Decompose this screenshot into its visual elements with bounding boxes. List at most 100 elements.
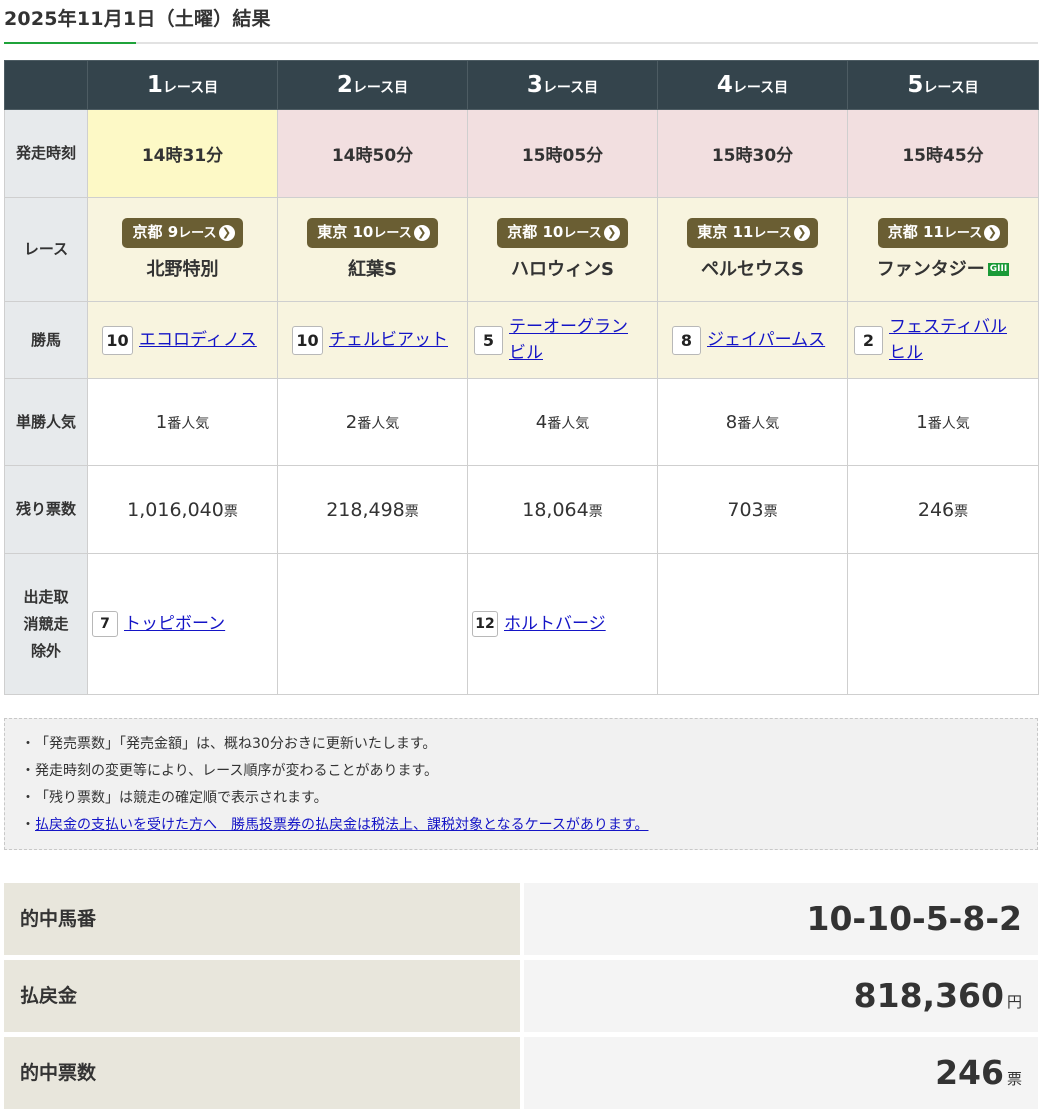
scratched-horse-link[interactable]: トッピボーン (124, 611, 225, 637)
page-title: 2025年11月1日（土曜）結果 (4, 8, 271, 30)
chevron-right-icon: ❯ (793, 225, 810, 241)
notes-box: ・「発売票数」「発売金額」は、概ね30分おきに更新いたします。 ・発走時刻の変更… (4, 718, 1038, 850)
popularity-cell: 1番人気 (87, 378, 278, 466)
summary-value: 246 票 (524, 1037, 1038, 1109)
popularity-unit: 番人気 (547, 415, 590, 432)
remaining-votes: 1,016,040 (127, 498, 224, 521)
race-number: 5 (907, 72, 924, 98)
winner-horse-link[interactable]: チェルビアット (329, 327, 448, 353)
post-time-cell: 14時50分 (277, 109, 468, 198)
race-name: 北野特別 (146, 259, 219, 280)
race-venue-button[interactable]: 京都 10レース ❯ (497, 218, 628, 248)
winner-horse-link[interactable]: エコロディノス (139, 327, 257, 353)
winner-cell: 10 エコロディノス (87, 301, 278, 379)
tax-info-link[interactable]: 払戻金の支払いを受けた方へ 勝馬投票券の払戻金は税法上、課税対象となるケースがあ… (35, 817, 648, 833)
popularity-unit: 番人気 (167, 415, 210, 432)
scratch-cell (277, 553, 468, 695)
race-info-row: レース 京都 9レース ❯ 北野特別 東京 10レース ❯ 紅葉S 京都 10レース… (4, 197, 1039, 302)
popularity-cell: 1番人気 (847, 378, 1039, 466)
scratch-row: 出走取消競走除外 7 トッピボーン 12 ホルトバージ (4, 553, 1039, 695)
winner-horse-link[interactable]: ジェイパームス (707, 327, 825, 353)
winner-row: 勝馬 10 エコロディノス 10 チェルビアット 5 テーオーグランビル 8 ジェイパー… (4, 301, 1039, 379)
scratch-cell (847, 553, 1039, 695)
race-info-cell: 京都 10レース ❯ ハロウィンS (467, 197, 658, 302)
post-time-row: 発走時刻 14時31分 14時50分 15時05分 15時30分 15時45分 (4, 109, 1039, 198)
race-no: 9 (167, 223, 179, 241)
race-results-table: 1レース目 2レース目 3レース目 4レース目 5レース目 発走時刻 14時31… (4, 60, 1039, 695)
race-venue-button[interactable]: 京都 11レース ❯ (877, 218, 1009, 248)
horse-number-badge: 7 (92, 611, 118, 637)
summary-winning-numbers: 的中馬番 10-10-5-8-2 (4, 883, 1038, 955)
remaining-votes-cell: 703票 (657, 465, 848, 554)
horse-number-badge: 8 (672, 325, 701, 355)
votes-unit: 票 (763, 503, 778, 520)
payout-amount: 818,360 (853, 976, 1004, 1015)
scratched-horse-link[interactable]: ホルトバージ (504, 611, 606, 637)
race-name: ファンタジー GIII (848, 255, 1038, 281)
summary-value: 10-10-5-8-2 (524, 883, 1038, 955)
race-name-text: ファンタジー (876, 259, 985, 280)
header-corner (4, 60, 88, 110)
popularity-rank: 4 (535, 411, 548, 433)
race-venue-button[interactable]: 東京 10レース ❯ (307, 218, 438, 248)
race-info-cell: 京都 9レース ❯ 北野特別 (87, 197, 278, 302)
horse-number-badge: 12 (472, 611, 498, 637)
summary-payout: 払戻金 818,360 円 (4, 960, 1038, 1032)
row-label-remaining: 残り票数 (4, 465, 88, 554)
venue-name: 東京 (317, 223, 348, 241)
post-time-cell: 15時45分 (847, 109, 1039, 198)
venue-name: 京都 (132, 223, 163, 241)
venue-name: 東京 (697, 223, 728, 241)
race-suffix: レース目 (732, 80, 789, 96)
race-venue-button[interactable]: 東京 11レース ❯ (687, 218, 818, 248)
votes-unit: 票 (404, 503, 419, 520)
post-time-cell: 15時30分 (657, 109, 848, 198)
chevron-right-icon: ❯ (984, 225, 1001, 241)
race-header-4: 4レース目 (657, 60, 848, 110)
race-info-cell: 東京 11レース ❯ ペルセウスS (657, 197, 848, 302)
votes-unit: 票 (588, 503, 603, 520)
race-no: 10 (352, 223, 374, 241)
heading-accent-line (4, 42, 136, 44)
remaining-votes: 246 (917, 498, 955, 521)
race-venue-button[interactable]: 京都 9レース ❯ (122, 218, 243, 248)
race-no: 11 (923, 223, 944, 241)
winning-numbers: 10-10-5-8-2 (806, 899, 1022, 938)
remaining-votes: 218,498 (326, 498, 405, 521)
venue-name: 京都 (887, 223, 918, 241)
chevron-right-icon: ❯ (603, 225, 620, 241)
race-suffix: レース目 (162, 80, 219, 96)
race-unit: レース (943, 226, 983, 241)
venue-name: 京都 (507, 223, 538, 241)
popularity-row: 単勝人気 1番人気 2番人気 4番人気 8番人気 1番人気 (4, 378, 1039, 466)
votes-unit: 票 (954, 503, 969, 520)
row-label-race: レース (4, 197, 88, 302)
race-number: 2 (336, 72, 353, 98)
horse-number-badge: 10 (102, 325, 133, 355)
race-name: 紅葉S (348, 259, 397, 280)
row-label-post-time: 発走時刻 (4, 109, 88, 198)
race-suffix: レース目 (923, 80, 979, 96)
note-text: 「発売票数」「発売金額」は、概ね30分おきに更新いたします。 (35, 736, 437, 752)
horse-number-badge: 5 (474, 325, 503, 355)
popularity-rank: 1 (155, 411, 168, 433)
note-item: ・「発売票数」「発売金額」は、概ね30分おきに更新いたします。 (21, 731, 1021, 758)
winner-horse-link[interactable]: フェスティバルヒル (889, 314, 1019, 366)
race-number: 1 (146, 72, 163, 98)
race-unit: レース (753, 226, 792, 241)
race-unit: レース (373, 226, 412, 241)
remaining-votes-cell: 218,498票 (277, 465, 468, 554)
race-suffix: レース目 (352, 80, 409, 96)
race-unit: レース (178, 226, 217, 241)
scratch-cell: 7 トッピボーン (87, 553, 278, 695)
summary-label: 的中票数 (4, 1037, 520, 1109)
race-number: 4 (716, 72, 733, 98)
race-info-cell: 東京 10レース ❯ 紅葉S (277, 197, 468, 302)
winner-cell: 2 フェスティバルヒル (847, 301, 1039, 379)
notes-list: ・「発売票数」「発売金額」は、概ね30分おきに更新いたします。 ・発走時刻の変更… (21, 731, 1021, 839)
post-time-cell: 14時31分 (87, 109, 278, 198)
race-header-row: 1レース目 2レース目 3レース目 4レース目 5レース目 (4, 60, 1039, 110)
winner-horse-link[interactable]: テーオーグランビル (509, 314, 637, 366)
note-item: ・「残り票数」は競走の確定順で表示されます。 (21, 785, 1021, 812)
remaining-votes-row: 残り票数 1,016,040票 218,498票 18,064票 703票 24… (4, 465, 1039, 554)
